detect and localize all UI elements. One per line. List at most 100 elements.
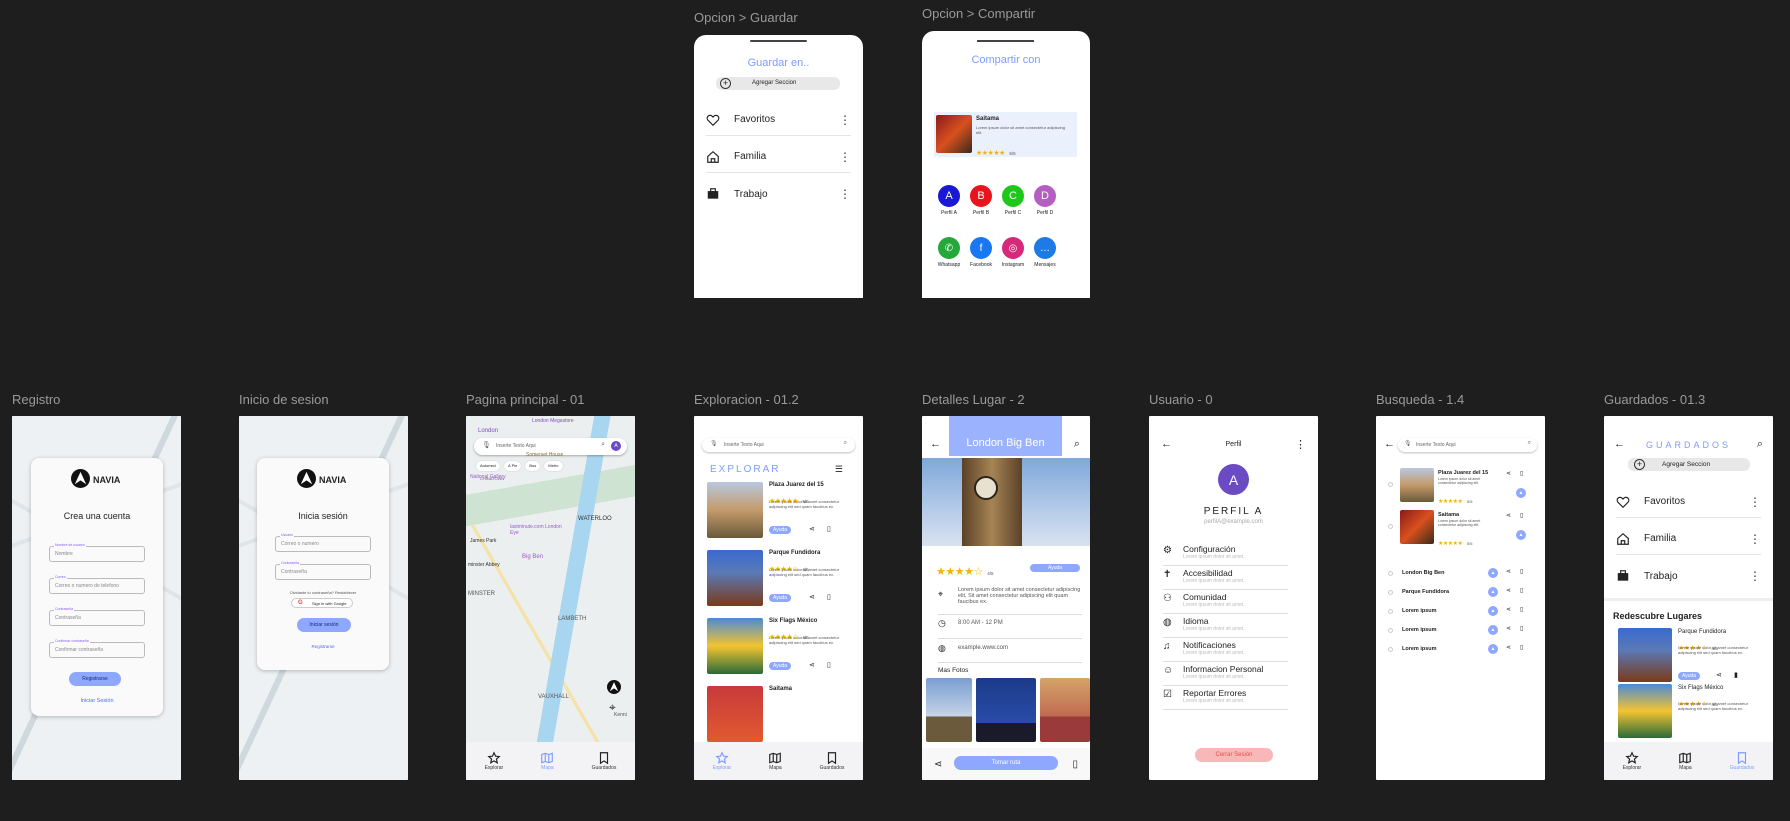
bookmark-icon[interactable]: ▯ — [827, 525, 831, 533]
navigate-icon[interactable]: ▲ — [1488, 606, 1498, 616]
search-icon[interactable]: ⌕ — [1074, 438, 1080, 451]
forgot-password-link[interactable]: Olvidaste tu contraseña? Restablecer — [257, 590, 389, 595]
transport-chip[interactable]: Metro — [544, 461, 563, 471]
gallery-photo[interactable] — [926, 678, 972, 742]
share-icon[interactable]: ⋖ — [1506, 470, 1511, 477]
more-vert-icon[interactable]: ⋮ — [839, 114, 851, 126]
list-view-icon[interactable]: ☰ — [835, 464, 843, 475]
login-link[interactable]: Iniciar Sesión — [31, 698, 163, 704]
list-item-trabajo[interactable]: Trabajo ⋮ — [706, 178, 851, 210]
nav-guardados[interactable]: Guardados — [820, 751, 844, 771]
nav-mapa[interactable]: Mapa — [1678, 751, 1692, 771]
bookmark-icon[interactable]: ▯ — [1520, 568, 1523, 575]
transport-chip[interactable]: A Pie — [504, 461, 522, 471]
navigation-icon[interactable] — [607, 680, 621, 694]
more-vert-icon[interactable]: ⋮ — [1749, 496, 1761, 508]
saved-place-item[interactable]: Parque Fundidora ★★★★☆ 4/5 Lorem ipsum dol… — [1618, 628, 1768, 682]
drag-handle[interactable] — [750, 40, 807, 42]
bookmark-icon[interactable]: ▯ — [827, 661, 831, 669]
menu-item[interactable]: ♫ Notificaciones Lorem ipsum dolor sit ame… — [1163, 638, 1288, 662]
list-item-trabajo[interactable]: Trabajo ⋮ — [1616, 560, 1761, 592]
recent-search-item[interactable]: Lorem ipsum ▲ ⋖ ▯ — [1388, 642, 1538, 658]
gallery-photo[interactable] — [976, 678, 1036, 742]
navigate-icon[interactable]: ▲ — [1516, 488, 1526, 498]
share-app[interactable]: … Mensajes — [1030, 237, 1060, 268]
share-icon[interactable]: ⋖ — [1506, 644, 1511, 651]
navigate-icon[interactable]: ▲ — [1488, 644, 1498, 654]
share-icon[interactable]: ⋖ — [934, 759, 942, 770]
more-vert-icon[interactable]: ⋮ — [1749, 533, 1761, 545]
share-profile[interactable]: C Perfil C — [998, 185, 1028, 216]
google-signin-button[interactable]: G Sign in with Google — [291, 598, 353, 608]
back-arrow-icon[interactable]: ← — [930, 438, 941, 450]
logout-button[interactable]: Cerrar Sesión — [1195, 748, 1273, 762]
explore-list-item[interactable]: Parque Fundidora ★★★★☆ 4/5 Lorem ipsum dol… — [707, 550, 857, 614]
email-field[interactable]: Correo Correo o numero de telefono — [49, 575, 145, 594]
help-button[interactable]: Ayuda — [1030, 564, 1080, 572]
search-icon[interactable]: ⌕ — [1528, 440, 1531, 447]
back-arrow-icon[interactable]: ← — [1384, 438, 1395, 450]
drag-handle[interactable] — [977, 40, 1034, 42]
share-icon[interactable]: ⋖ — [809, 593, 815, 601]
list-item-favoritos[interactable]: Favoritos ⋮ — [706, 104, 851, 136]
help-button[interactable]: Ayuda — [769, 662, 792, 670]
nav-guardados[interactable]: Guardados — [592, 751, 616, 771]
nav-guardados[interactable]: Guardados — [1730, 751, 1754, 771]
help-button[interactable]: Ayuda — [769, 526, 792, 534]
transport-chip[interactable]: Bus — [525, 461, 541, 471]
more-vert-icon[interactable]: ⋮ — [1295, 438, 1306, 451]
website-link[interactable]: example.www.com — [958, 645, 1008, 651]
menu-item[interactable]: ☑ Reportar Errores Lorem ipsum dolor sit a… — [1163, 686, 1288, 710]
menu-item[interactable]: ⚇ Comunidad Lorem ipsum dolor sit amet. — [1163, 590, 1288, 614]
share-icon[interactable]: ⋖ — [1506, 512, 1511, 519]
help-button[interactable]: Ayuda — [1678, 672, 1701, 680]
list-item-familia[interactable]: Familia ⋮ — [706, 141, 851, 173]
share-profile[interactable]: D Perfil D — [1030, 185, 1060, 216]
bookmark-icon[interactable]: ▯ — [1520, 470, 1523, 477]
more-vert-icon[interactable]: ⋮ — [839, 188, 851, 200]
nav-explorar[interactable]: Explorar — [1623, 751, 1641, 771]
bookmark-icon[interactable]: ▯ — [1072, 759, 1078, 770]
share-profile[interactable]: A Perfil A — [934, 185, 964, 216]
add-section-button[interactable]: + Agregar Seccion — [716, 77, 840, 90]
username-field[interactable]: Nombre de usuario Nombre — [49, 543, 145, 562]
username-field[interactable]: Usuario Correo o numero — [275, 533, 371, 552]
search-result[interactable]: Plaza Juarez del 15 Lorem ipsum dolor sit… — [1388, 468, 1538, 506]
transport-chip[interactable]: Autorreci — [476, 461, 501, 471]
nav-mapa[interactable]: Mapa — [768, 751, 782, 771]
share-app[interactable]: f Facebook — [966, 237, 996, 268]
nav-explorar[interactable]: Explorar — [713, 751, 731, 771]
recent-search-item[interactable]: London Big Ben ▲ ⋖ ▯ — [1388, 566, 1538, 582]
share-icon[interactable]: ⋖ — [1506, 625, 1511, 632]
search-input[interactable]: Inserte Texto Aqui — [1416, 442, 1456, 448]
recent-search-item[interactable]: Lorem ipsum ▲ ⋖ ▯ — [1388, 623, 1538, 639]
share-app[interactable]: ◎ Instagram — [998, 237, 1028, 268]
recent-search-item[interactable]: Lorem ipsum ▲ ⋖ ▯ — [1388, 604, 1538, 620]
saved-place-item[interactable]: Six Flags México ★★★★☆ 4/5 Lorem ipsum dol… — [1618, 684, 1768, 738]
navigate-icon[interactable]: ▲ — [1488, 568, 1498, 578]
mic-icon[interactable]: 🎙 — [482, 441, 491, 449]
menu-item[interactable]: ☺ Informacion Personal Lorem ipsum dolor s… — [1163, 662, 1288, 686]
bookmark-icon[interactable]: ▯ — [1520, 606, 1523, 613]
share-profile[interactable]: B Perfil B — [966, 185, 996, 216]
explore-list-item[interactable]: Six Flags México ★★★★☆ 4/5 Lorem ipsum dol… — [707, 618, 857, 682]
bookmark-icon[interactable]: ▯ — [827, 593, 831, 601]
search-bar[interactable]: 🎙 Inserte Texto Aqui ⌕ — [702, 438, 855, 452]
bookmark-icon[interactable]: ▯ — [1520, 512, 1523, 519]
mic-icon[interactable]: 🎙 — [1404, 440, 1412, 447]
navigate-icon[interactable]: ▲ — [1516, 530, 1526, 540]
menu-item[interactable]: ◍ Idioma Lorem ipsum dolor sit amet. — [1163, 614, 1288, 638]
bookmark-icon[interactable]: ▯ — [1520, 644, 1523, 651]
help-button[interactable]: Ayuda — [769, 594, 792, 602]
confirm-password-field[interactable]: Confirmar contraseña Confirmar contraseña — [49, 639, 145, 658]
avatar[interactable]: A — [1218, 464, 1249, 495]
search-result[interactable]: Saitama Lorem ipsum dolor sit amet consec… — [1388, 510, 1538, 548]
share-icon[interactable]: ⋖ — [1506, 587, 1511, 594]
take-route-button[interactable]: Tomar ruta — [954, 756, 1058, 770]
search-icon[interactable]: ⌕ — [1757, 438, 1763, 451]
search-bar[interactable]: 🎙 Inserte Texto Aqui ⌕ — [1398, 438, 1537, 452]
menu-item[interactable]: ⚙ Configuración Lorem ipsum dolor sit amet… — [1163, 542, 1288, 566]
menu-item[interactable]: ✝ Accesibilidad Lorem ipsum dolor sit amet… — [1163, 566, 1288, 590]
navigate-icon[interactable]: ▲ — [1488, 625, 1498, 635]
nav-explorar[interactable]: Explorar — [485, 751, 503, 771]
